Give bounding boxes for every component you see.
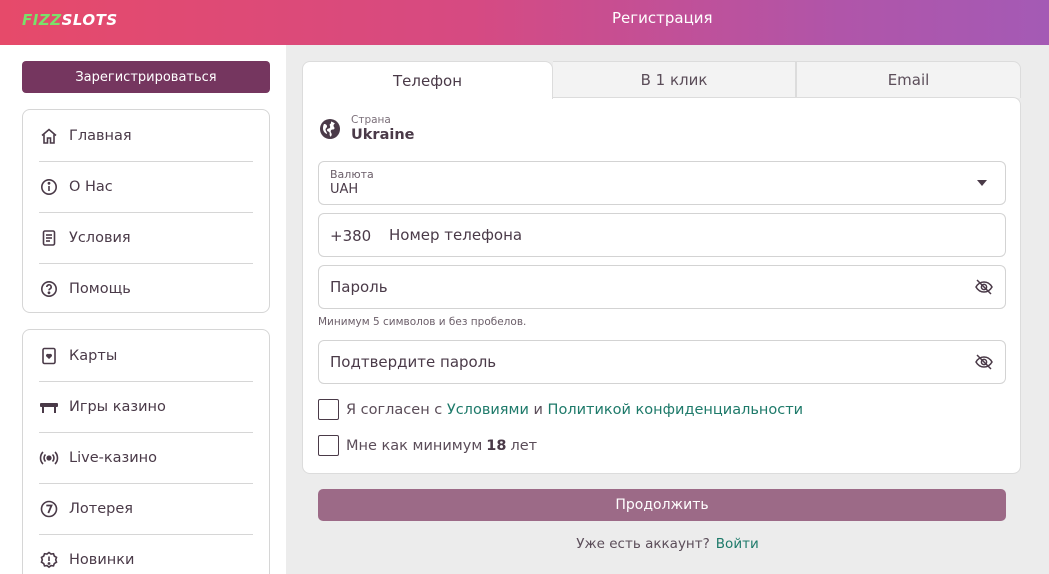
tab-email[interactable]: Email	[796, 61, 1021, 98]
terms-agreement: Я согласен с Условиями и Политикой конфи…	[318, 399, 803, 420]
document-icon	[39, 228, 59, 248]
country-label: Страна	[351, 114, 391, 126]
sidebar-item-cards[interactable]: Карты	[39, 330, 253, 381]
registration-form: Страна Ukraine Валюта UAH +380 Минимум 5…	[302, 97, 1021, 474]
tab-phone[interactable]: Телефон	[302, 61, 553, 99]
main-content: Телефон В 1 клик Email Страна Ukraine Ва…	[286, 45, 1049, 574]
sidebar-item-about[interactable]: О Нас	[39, 161, 253, 212]
logo[interactable]: FIZZSLOTS	[22, 11, 118, 29]
dropdown-caret-icon	[977, 180, 987, 186]
age-confirmation: Мне как минимум 18 лет	[318, 435, 537, 456]
sidebar-item-label: Главная	[69, 127, 132, 144]
sidebar-item-label: Лотерея	[69, 501, 133, 517]
sidebar-item-help[interactable]: Помощь	[39, 263, 253, 314]
age-suffix: лет	[510, 437, 538, 454]
age-prefix: Мне как минимум	[346, 437, 483, 454]
eye-off-icon[interactable]	[974, 278, 994, 296]
page-title: Регистрация	[612, 9, 713, 27]
eye-off-icon[interactable]	[974, 353, 994, 371]
register-button[interactable]: Зарегистрироваться	[22, 61, 270, 93]
country-value: Ukraine	[351, 127, 415, 143]
sidebar-item-home[interactable]: Главная	[39, 110, 253, 161]
continue-button[interactable]: Продолжить	[318, 489, 1006, 521]
sidebar-games-menu: Карты Игры казино Live-казино Лотерея Но…	[22, 329, 270, 574]
phone-prefix[interactable]: +380	[330, 227, 371, 245]
globe-icon	[319, 118, 341, 140]
country-text: Страна Ukraine	[351, 114, 414, 143]
password-hint: Минимум 5 символов и без пробелов.	[318, 316, 527, 328]
country-selector[interactable]: Страна Ukraine	[319, 114, 414, 143]
password-field	[318, 265, 1006, 309]
sidebar-item-label: Помощь	[69, 281, 131, 297]
password-input[interactable]	[330, 266, 960, 308]
confirm-password-input[interactable]	[330, 341, 960, 383]
currency-select[interactable]: Валюта UAH	[318, 161, 1006, 205]
age-checkbox[interactable]	[318, 435, 339, 456]
home-icon	[39, 126, 59, 146]
confirm-password-field	[318, 340, 1006, 384]
help-icon	[39, 279, 59, 299]
sidebar-item-live-casino[interactable]: Live-казино	[39, 432, 253, 483]
currency-value: UAH	[330, 182, 359, 197]
phone-input[interactable]	[389, 214, 989, 256]
new-icon	[39, 550, 59, 570]
sidebar: Зарегистрироваться Главная О Нас Условия…	[0, 45, 286, 574]
sidebar-item-label: Условия	[69, 230, 131, 246]
sidebar-item-label: Live-казино	[69, 450, 157, 466]
login-prompt: Уже есть аккаунт? Войти	[286, 536, 1049, 552]
top-header: FIZZSLOTS Регистрация	[0, 0, 1049, 45]
login-link[interactable]: Войти	[716, 536, 759, 552]
sidebar-item-label: Новинки	[69, 552, 135, 568]
live-icon	[39, 448, 59, 468]
logo-slots-text: SLOTS	[61, 11, 118, 29]
sidebar-item-label: Карты	[69, 347, 118, 364]
agree-and: и	[533, 401, 543, 418]
tab-one-click[interactable]: В 1 клик	[553, 61, 796, 98]
sidebar-item-label: Игры казино	[69, 399, 166, 415]
sidebar-item-casino-games[interactable]: Игры казино	[39, 381, 253, 432]
phone-field: +380	[318, 213, 1006, 257]
sidebar-main-menu: Главная О Нас Условия Помощь	[22, 109, 270, 313]
privacy-policy-link[interactable]: Политикой конфиденциальности	[548, 402, 804, 418]
currency-label: Валюта	[330, 168, 374, 181]
terms-checkbox[interactable]	[318, 399, 339, 420]
cards-icon	[39, 346, 59, 366]
logo-fizz-text: FIZZ	[22, 11, 62, 29]
terms-link[interactable]: Условиями	[447, 402, 529, 418]
lottery-icon	[39, 499, 59, 519]
sidebar-item-lottery[interactable]: Лотерея	[39, 483, 253, 534]
sidebar-item-label: О Нас	[69, 179, 113, 195]
sidebar-item-terms[interactable]: Условия	[39, 212, 253, 263]
agree-prefix: Я согласен с	[346, 401, 443, 418]
sidebar-item-new[interactable]: Новинки	[39, 534, 253, 574]
info-icon	[39, 177, 59, 197]
age-number: 18	[486, 437, 507, 454]
table-icon	[39, 397, 59, 417]
registration-tabs: Телефон В 1 клик Email	[302, 61, 1021, 99]
have-account-text: Уже есть аккаунт?	[576, 536, 710, 552]
